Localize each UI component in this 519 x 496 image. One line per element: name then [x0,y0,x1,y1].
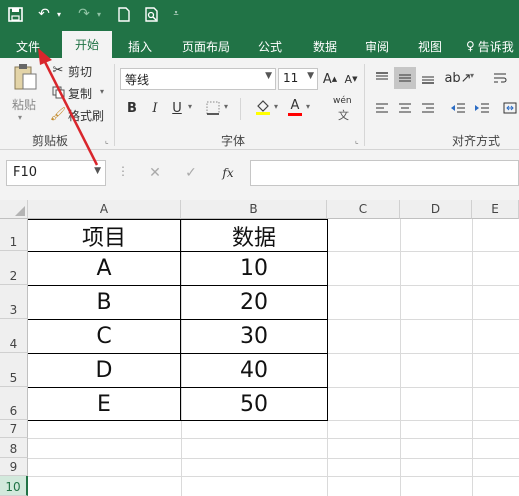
excel-window: ↶ ▾ ↷ ▾ ⩡ 文件 开始 插入 页面布局 公式 数据 审阅 视图 ♀ 告诉… [0,0,519,496]
annotation-arrow-icon [38,48,99,166]
